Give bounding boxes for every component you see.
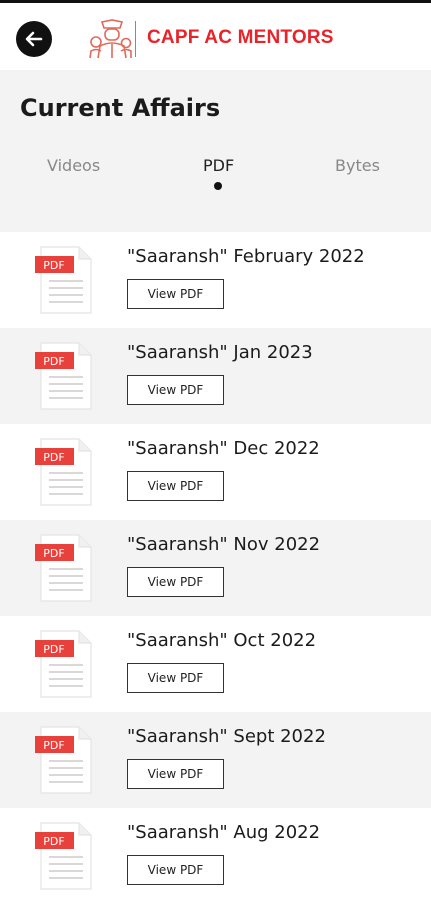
list-item: PDF "Saaransh" Aug 2022 View PDF	[0, 808, 431, 900]
page-title: Current Affairs	[20, 94, 221, 122]
list-item: PDF "Saaransh" Nov 2022 View PDF	[0, 520, 431, 616]
view-pdf-button[interactable]: View PDF	[127, 663, 224, 693]
item-title: "Saaransh" Oct 2022	[127, 630, 317, 651]
item-title: "Saaransh" Aug 2022	[127, 822, 321, 843]
svg-text:PDF: PDF	[43, 355, 64, 368]
officers-logo-icon	[89, 19, 132, 59]
svg-text:PDF: PDF	[43, 451, 64, 464]
pdf-file-icon: PDF	[35, 438, 92, 506]
svg-text:PDF: PDF	[43, 835, 64, 848]
svg-text:PDF: PDF	[43, 643, 64, 656]
item-title: "Saaransh" Sept 2022	[127, 726, 326, 747]
pdf-list: PDF "Saaransh" February 2022 View PDF PD…	[0, 232, 431, 900]
list-item: PDF "Saaransh" Jan 2023 View PDF	[0, 328, 431, 424]
list-item: PDF "Saaransh" February 2022 View PDF	[0, 232, 431, 328]
svg-text:PDF: PDF	[43, 739, 64, 752]
list-item: PDF "Saaransh" Sept 2022 View PDF	[0, 712, 431, 808]
view-pdf-button[interactable]: View PDF	[127, 279, 224, 309]
pdf-file-icon: PDF	[35, 822, 92, 890]
logo-divider	[135, 21, 136, 57]
svg-text:PDF: PDF	[43, 547, 64, 560]
tab-bytes[interactable]: Bytes	[335, 156, 380, 175]
arrow-left-icon	[25, 31, 43, 47]
title-section: Current Affairs Videos PDF Bytes	[0, 70, 431, 232]
view-pdf-button[interactable]: View PDF	[127, 567, 224, 597]
tab-pdf[interactable]: PDF	[203, 156, 234, 175]
view-pdf-button[interactable]: View PDF	[127, 375, 224, 405]
item-title: "Saaransh" Jan 2023	[127, 342, 313, 363]
pdf-file-icon: PDF	[35, 534, 92, 602]
brand-name: CAPF AC MENTORS	[147, 27, 334, 48]
active-tab-indicator	[214, 182, 222, 190]
item-title: "Saaransh" Dec 2022	[127, 438, 320, 459]
view-pdf-button[interactable]: View PDF	[127, 855, 224, 885]
item-title: "Saaransh" Nov 2022	[127, 534, 321, 555]
tab-videos[interactable]: Videos	[47, 156, 100, 175]
pdf-file-icon: PDF	[35, 342, 92, 410]
list-item: PDF "Saaransh" Dec 2022 View PDF	[0, 424, 431, 520]
view-pdf-button[interactable]: View PDF	[127, 759, 224, 789]
item-title: "Saaransh" February 2022	[127, 246, 365, 267]
pdf-file-icon: PDF	[35, 630, 92, 698]
svg-text:PDF: PDF	[43, 259, 64, 272]
pdf-file-icon: PDF	[35, 726, 92, 794]
back-button[interactable]	[16, 21, 52, 57]
tab-bar: Videos PDF Bytes	[0, 156, 431, 196]
pdf-file-icon: PDF	[35, 246, 92, 314]
view-pdf-button[interactable]: View PDF	[127, 471, 224, 501]
list-item: PDF "Saaransh" Oct 2022 View PDF	[0, 616, 431, 712]
app-header: CAPF AC MENTORS	[0, 0, 431, 70]
